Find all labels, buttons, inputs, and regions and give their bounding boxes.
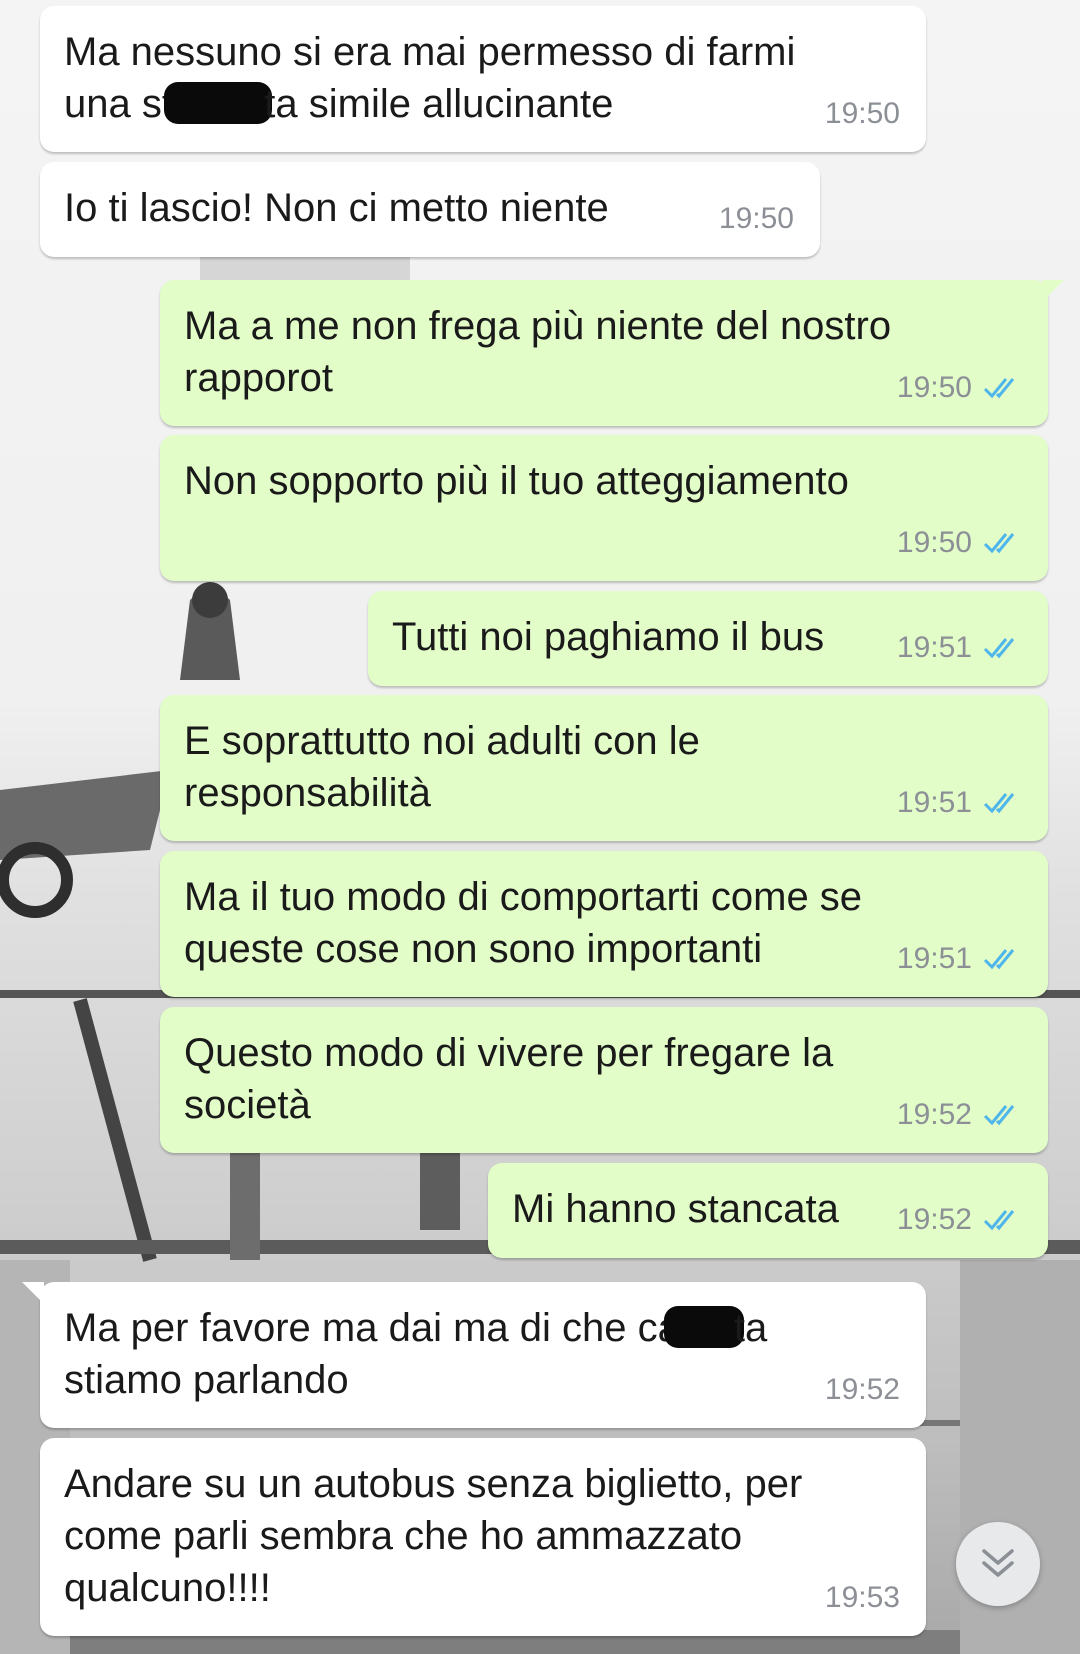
message-time: 19:53	[824, 1581, 900, 1614]
message-incoming[interactable]: Io ti lascio! Non ci metto niente 19:50	[40, 162, 820, 257]
message-outgoing[interactable]: Ma il tuo modo di comportarti come se qu…	[160, 851, 1048, 997]
message-time: 19:52	[896, 1098, 972, 1131]
message-time: 19:50	[718, 202, 794, 235]
double-check-icon	[983, 949, 1015, 970]
message-text: Andare su un autobus senza biglietto, pe…	[64, 1462, 803, 1610]
message-outgoing[interactable]: Non sopporto più il tuo atteggiamento 19…	[160, 435, 1048, 581]
bubble-tail	[22, 1282, 44, 1304]
message-meta: 19:50	[719, 193, 794, 245]
message-meta: 19:53	[825, 1572, 900, 1624]
message-time: 19:50	[824, 97, 900, 130]
message-time: 19:51	[896, 631, 972, 664]
message-text: Non sopporto più il tuo atteggiamento	[184, 459, 849, 503]
message-text: Io ti lascio! Non ci metto niente	[64, 186, 609, 230]
message-outgoing[interactable]: Ma a me non frega più niente del nostro …	[160, 280, 1064, 426]
message-outgoing[interactable]: E soprattutto noi adulti con le responsa…	[160, 695, 1048, 841]
redaction-mark	[164, 82, 273, 125]
message-meta: 19:51	[897, 777, 1022, 829]
message-text: Ma per favore ma dai ma di che ca ta stia…	[64, 1306, 768, 1402]
message-incoming[interactable]: Andare su un autobus senza biglietto, pe…	[40, 1438, 926, 1636]
message-meta: 19:52	[897, 1089, 1022, 1141]
scroll-to-bottom-button[interactable]	[956, 1522, 1040, 1606]
double-check-icon	[983, 533, 1015, 554]
redaction-mark	[663, 1306, 744, 1349]
message-time: 19:52	[896, 1203, 972, 1236]
message-incoming[interactable]: Ma nessuno si era mai permesso di farmi …	[40, 6, 926, 152]
double-check-icon	[983, 378, 1015, 399]
message-meta: 19:52	[897, 1194, 1022, 1246]
message-meta: 19:51	[897, 933, 1022, 985]
bubble-tail	[1042, 280, 1064, 302]
message-meta: 19:50	[897, 362, 1022, 414]
message-time: 19:50	[896, 371, 972, 404]
double-check-icon	[983, 638, 1015, 659]
message-outgoing[interactable]: Questo modo di vivere per fregare la soc…	[160, 1007, 1048, 1153]
message-meta: 19:50	[897, 517, 1022, 569]
double-check-icon	[983, 793, 1015, 814]
message-outgoing[interactable]: Mi hanno stancata 19:52	[488, 1163, 1048, 1258]
double-check-icon	[983, 1105, 1015, 1126]
message-incoming[interactable]: Ma per favore ma dai ma di che ca ta stia…	[22, 1282, 926, 1428]
message-time: 19:52	[824, 1373, 900, 1406]
chevron-double-down-icon	[982, 1549, 1014, 1577]
message-time: 19:51	[896, 942, 972, 975]
message-outgoing[interactable]: Tutti noi paghiamo il bus 19:51	[368, 591, 1048, 686]
message-meta: 19:52	[825, 1364, 900, 1416]
message-text: Ma nessuno si era mai permesso di farmi …	[64, 30, 796, 126]
message-meta: 19:51	[897, 622, 1022, 674]
message-meta: 19:50	[825, 88, 900, 140]
message-time: 19:51	[896, 786, 972, 819]
message-time: 19:50	[896, 526, 972, 559]
double-check-icon	[983, 1210, 1015, 1231]
